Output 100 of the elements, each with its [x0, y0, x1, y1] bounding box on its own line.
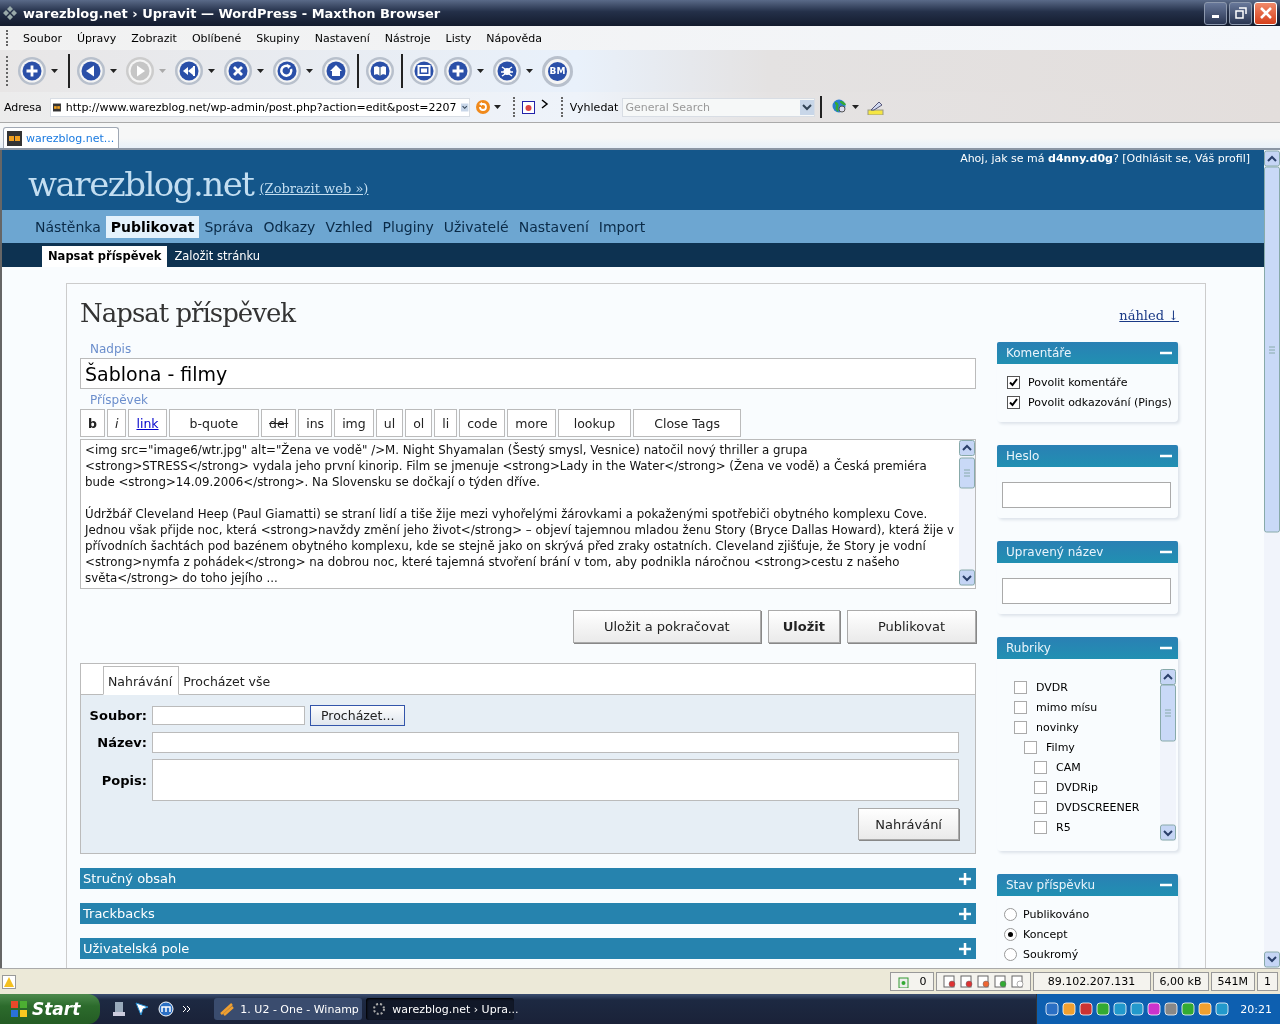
caret-icon[interactable] [852, 105, 860, 109]
page-scrollbar[interactable] [1264, 150, 1280, 968]
box-header[interactable]: Komentáře [997, 342, 1178, 364]
menu-tab[interactable]: Vzhled [320, 215, 378, 238]
bookmarks-button[interactable]: BM [545, 58, 570, 84]
menu-tab[interactable]: Správa [199, 215, 259, 238]
format-button[interactable]: b-quote [168, 409, 260, 437]
tray-icon[interactable] [1181, 1002, 1196, 1016]
collapsible-panel-bar[interactable]: Stručný obsah [80, 868, 976, 889]
menu-item[interactable]: Nástroje [377, 29, 439, 47]
tray-icon[interactable] [1045, 1002, 1060, 1016]
save-button[interactable]: Uložit [767, 610, 840, 643]
checkbox[interactable] [1014, 720, 1027, 734]
upload-tab[interactable]: Nahrávání [103, 666, 180, 695]
back-icon[interactable] [76, 56, 106, 86]
caret-icon[interactable] [526, 69, 533, 73]
add-icon[interactable] [443, 56, 473, 86]
caret-icon[interactable] [51, 69, 58, 73]
file-field[interactable] [152, 706, 305, 725]
format-button[interactable]: ins [298, 409, 333, 437]
chevron-icon[interactable] [182, 1005, 193, 1013]
caret-icon[interactable] [110, 69, 117, 73]
format-button[interactable]: b [80, 409, 105, 437]
close-button[interactable] [1254, 1, 1277, 25]
format-button[interactable]: li [434, 409, 458, 437]
submenu-tab[interactable]: Založit stránku [168, 246, 267, 267]
checkbox[interactable] [1024, 740, 1037, 754]
browser-tab[interactable]: warezblog.net... [3, 127, 120, 148]
title-field[interactable]: Šablona - filmy [80, 358, 976, 389]
radio-button[interactable] [1004, 947, 1017, 961]
menu-tab[interactable]: Nastavení [513, 215, 594, 238]
warning-icon[interactable] [2, 974, 16, 989]
status-icon[interactable] [993, 975, 1007, 988]
checkbox[interactable] [1034, 800, 1047, 814]
format-button[interactable]: link [128, 409, 167, 437]
description-field[interactable] [152, 759, 959, 801]
checkbox[interactable] [1034, 760, 1047, 774]
menu-tab[interactable]: Nástěnka [30, 215, 106, 238]
menu-item[interactable]: Nápověda [479, 29, 551, 47]
start-button[interactable]: Start [0, 994, 101, 1024]
tray-icon[interactable] [1062, 1002, 1077, 1016]
tray-icon[interactable] [1113, 1002, 1128, 1016]
format-button[interactable]: del [261, 409, 297, 437]
format-button[interactable]: i [106, 409, 127, 437]
stop-icon[interactable] [223, 56, 253, 86]
box-header[interactable]: Heslo [997, 445, 1178, 467]
menu-tab[interactable]: Pluginy [377, 215, 439, 238]
format-button[interactable]: lookup [557, 409, 632, 437]
menu-item[interactable]: Nastavení [307, 29, 378, 47]
text-field[interactable] [1002, 578, 1171, 604]
format-button[interactable]: code [459, 409, 506, 437]
post-content-field[interactable]: <img src="image6/wtr.jpg" alt="Žena ve vodě" />M. Night Shyamalan (Šestý smysl, Vesnice) natočil nový thriller a grupa <strong>STRESS</strong> vydala jeho první kinorip. Film se jmenuje <strong>Lady in the Water</strong> (Žena ve vodě) a Česká premiéra bude <strong>14.09.2006</strong>. Na Slovensku se dočkají o týden dříve. Údržbář Cleveland Heep (Paul Giamatti) se straní lidí a tiše žije mezi vyhořelými žárovkami a pokaženými spotřebiči obytného komplexu Cove. Jednou však přijde noc, která <strong>navždy změní jeho život</strong> – objeví tajemnou mladou ženu Story (Bryce Dallas Howard), která žije v přívodních šachtách pod bazénem obytného komplexu, kde se stejně jako on skrývá před zraky ostatních. Cleveland zjišťuje, že Story je vodní <strong>nymfa z pohádek</strong> na dobrou noc, které tajemná stvoření brání v tom, aby podnikla náročnou <strong>cestu z našeho světa</strong> do toho jejího ... [80, 439, 976, 589]
caret-icon[interactable] [257, 69, 264, 73]
menu-tab[interactable]: Uživatelé [438, 215, 514, 238]
menu-tab[interactable]: Odkazy [258, 215, 321, 238]
view-site-link[interactable]: (Zobrazit web ») [259, 180, 369, 196]
tray-icon[interactable] [1164, 1002, 1179, 1016]
refresh-icon[interactable] [272, 56, 302, 86]
quick-launch-icon[interactable] [112, 1001, 127, 1017]
format-button[interactable]: ol [405, 409, 433, 437]
box-header[interactable]: Rubriky [997, 637, 1178, 659]
format-button[interactable]: Close Tags [633, 409, 741, 437]
menu-item[interactable]: Skupiny [249, 29, 308, 47]
browse-button[interactable]: Procházet... [310, 705, 406, 726]
quick-launch-icon[interactable] [134, 1001, 151, 1017]
menu-tab[interactable]: Import [593, 215, 651, 238]
menu-item[interactable]: Úpravy [69, 29, 125, 47]
status-icon[interactable] [976, 975, 990, 988]
box-header[interactable]: Upravený název [997, 541, 1178, 563]
highlighter-icon[interactable] [867, 99, 885, 115]
home-icon[interactable] [321, 56, 351, 86]
upload-tab[interactable]: Procházet vše [179, 674, 277, 694]
save-button[interactable]: Uložit a pokračovat [572, 610, 761, 643]
page-icon[interactable] [521, 100, 535, 114]
radio-button[interactable] [1004, 907, 1017, 921]
checkbox[interactable] [1034, 820, 1047, 834]
checkbox[interactable] [1034, 780, 1047, 794]
checkbox[interactable] [1014, 700, 1027, 714]
name-field[interactable] [152, 732, 959, 753]
collapsible-panel-bar[interactable]: Uživatelská pole [80, 938, 976, 959]
text-field[interactable] [1002, 482, 1171, 508]
radio-button[interactable] [1004, 927, 1017, 941]
status-icon[interactable] [1010, 975, 1024, 988]
checkbox[interactable] [1007, 395, 1020, 409]
menu-item[interactable]: Zobrazit [124, 29, 185, 47]
caret-icon[interactable] [306, 69, 313, 73]
tray-icon[interactable] [1198, 1002, 1213, 1016]
bug-icon[interactable] [492, 56, 522, 86]
box-header[interactable]: Stav příspěvku [997, 874, 1178, 896]
globe-icon[interactable] [832, 99, 849, 115]
status-icon[interactable] [942, 975, 956, 988]
taskbar-button[interactable]: 1. U2 - One - Winamp [214, 998, 363, 1020]
quick-launch-icon[interactable] [158, 1001, 175, 1017]
save-button[interactable]: Publikovat [846, 610, 976, 643]
caret-icon[interactable] [477, 69, 484, 73]
expand-icon[interactable] [959, 872, 971, 885]
tray-icon[interactable] [1215, 1002, 1230, 1016]
menu-tab[interactable]: Publikovat [105, 215, 200, 238]
expand-icon[interactable] [959, 907, 971, 920]
scrollbar[interactable] [959, 440, 975, 586]
